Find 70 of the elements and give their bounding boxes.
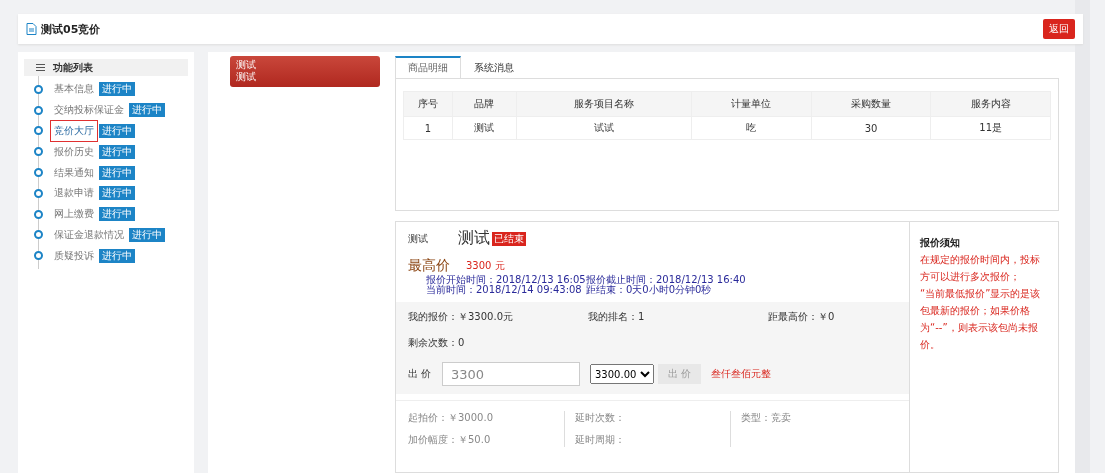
info-text: 起拍价：￥3000.0 xyxy=(408,411,494,425)
step-dot-icon xyxy=(34,147,43,157)
step-dot-icon xyxy=(34,105,43,115)
column-header: 服务项目名称 xyxy=(516,91,692,117)
sidebar-item[interactable]: 报价历史 xyxy=(54,144,94,159)
step-dot-icon xyxy=(34,251,43,261)
status-badge: 进行中 xyxy=(129,103,165,118)
table-cell: 吃 xyxy=(691,116,812,140)
sidebar-item[interactable]: 退款申请 xyxy=(54,186,94,201)
amount-words: 叁仟叁佰元整 xyxy=(711,367,772,381)
time-text: 报价开始时间：2018/12/13 16:05 xyxy=(426,275,586,285)
column-header: 服务内容 xyxy=(930,91,1051,117)
stat-text: 我的报价：￥3300.0元 xyxy=(408,310,514,324)
time-text: 报价截止时间：2018/12/13 16:40 xyxy=(586,275,747,285)
column-header: 计量单位 xyxy=(691,91,812,117)
amount-select[interactable]: 3300.00 xyxy=(590,364,654,384)
step-dot-icon xyxy=(34,84,43,94)
auction-label: 测试 xyxy=(408,231,428,246)
status-badge: 进行中 xyxy=(129,227,165,242)
back-button[interactable]: 返回 xyxy=(1043,19,1075,39)
status-badge: 进行中 xyxy=(99,207,135,222)
stat-text: 我的排名：1 xyxy=(588,310,646,324)
time-text: 距结束：0天0小时0分钟0秒 xyxy=(586,285,713,295)
tab[interactable]: 商品明细 xyxy=(395,56,461,78)
stat-text: 距最高价：￥0 xyxy=(768,310,836,324)
table-cell: 1 xyxy=(403,116,453,140)
status-badge: 进行中 xyxy=(99,124,135,138)
status-badge: 已结束 xyxy=(492,231,526,246)
time-text: 当前时间：2018/12/14 09:43:08 xyxy=(426,285,583,295)
status-badge: 进行中 xyxy=(99,82,135,97)
table-cell: 11是 xyxy=(930,116,1051,140)
sidebar-item[interactable]: 结果通知 xyxy=(54,165,94,180)
status-badge: 进行中 xyxy=(99,144,135,159)
step-dot-icon xyxy=(34,188,43,198)
project-card[interactable]: 测试 测试 xyxy=(230,56,380,87)
price-label: 最高价 xyxy=(408,257,450,275)
sidebar-item[interactable]: 保证金退款情况 xyxy=(54,227,124,242)
table-cell: 30 xyxy=(811,116,931,140)
table-cell: 测试 xyxy=(452,116,517,140)
step-dot-icon xyxy=(34,168,43,178)
status-badge: 进行中 xyxy=(99,186,135,201)
info-text: 延时周期： xyxy=(574,433,626,447)
notice-text: 在规定的报价时间内，投标方可以进行多次报价； xyxy=(920,253,1041,284)
sidebar-title: 功能列表 xyxy=(24,59,188,76)
column-header: 采购数量 xyxy=(811,91,931,117)
bid-input[interactable]: 3300 xyxy=(442,362,580,386)
notice-title: 报价须知 xyxy=(920,236,961,250)
info-text: 类型：竞卖 xyxy=(741,411,793,425)
column-header: 品牌 xyxy=(452,91,517,117)
step-dot-icon xyxy=(34,209,43,219)
step-dot-icon xyxy=(34,230,43,240)
notice-text: “当前最低报价”显示的是该包最新的报价；如果价格为“--”，则表示该包尚未报价。 xyxy=(920,287,1042,352)
sidebar-item[interactable]: 质疑投诉 xyxy=(54,248,94,263)
page-title: 测试05竞价 xyxy=(26,21,101,37)
remaining-text: 剩余次数：0 xyxy=(408,336,466,350)
column-header: 序号 xyxy=(403,91,453,117)
document-icon xyxy=(26,23,37,35)
info-text: 加价幅度：￥50.0 xyxy=(408,433,492,447)
sidebar-item[interactable]: 基本信息 xyxy=(54,82,94,97)
status-badge: 进行中 xyxy=(99,165,135,180)
auction-title: 测试 xyxy=(458,228,490,249)
info-text: 延时次数： xyxy=(574,411,626,425)
status-badge: 进行中 xyxy=(99,248,135,263)
sidebar-item[interactable]: 网上缴费 xyxy=(54,207,94,222)
bid-label: 出 价 xyxy=(408,367,432,381)
table-cell: 试试 xyxy=(516,116,692,140)
step-dot-icon xyxy=(34,126,43,136)
menu-icon xyxy=(36,64,45,71)
sidebar-item[interactable]: 交纳投标保证金 xyxy=(54,103,124,118)
price-value: 3300 元 xyxy=(466,259,505,273)
